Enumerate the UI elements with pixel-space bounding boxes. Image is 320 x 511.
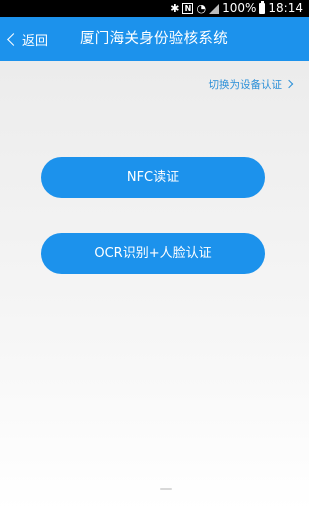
page-title: 厦门海关身份验核系统: [80, 31, 228, 47]
ocr-face-auth-button[interactable]: OCR识别+人脸认证: [41, 233, 265, 274]
switch-to-device-auth-link[interactable]: 切换为设备认证: [208, 76, 294, 92]
status-bar: ✱ N ◔ 100% 18:14: [0, 0, 309, 17]
chevron-right-icon: [284, 79, 294, 89]
back-label: 返回: [22, 33, 49, 49]
status-time: 18:14: [268, 1, 303, 15]
chevron-left-icon: [7, 32, 20, 46]
nfc-icon: N: [182, 3, 194, 14]
switch-link-label: 切换为设备认证: [208, 78, 283, 91]
bluetooth-icon: ✱: [170, 2, 180, 15]
wifi-icon: ◔: [196, 2, 207, 15]
scroll-indicator: [160, 488, 172, 490]
main-content: 切换为设备认证 NFC读证 OCR识别+人脸认证: [0, 61, 309, 511]
battery-icon: [259, 1, 266, 14]
nfc-read-button[interactable]: NFC读证: [41, 157, 265, 198]
status-icons: ✱ N ◔ 100% 18:14: [170, 0, 303, 17]
signal-icon: [209, 3, 220, 14]
app-header: 返回 厦门海关身份验核系统: [0, 17, 309, 61]
back-button[interactable]: 返回: [6, 17, 48, 61]
battery-percent: 100%: [222, 1, 257, 15]
